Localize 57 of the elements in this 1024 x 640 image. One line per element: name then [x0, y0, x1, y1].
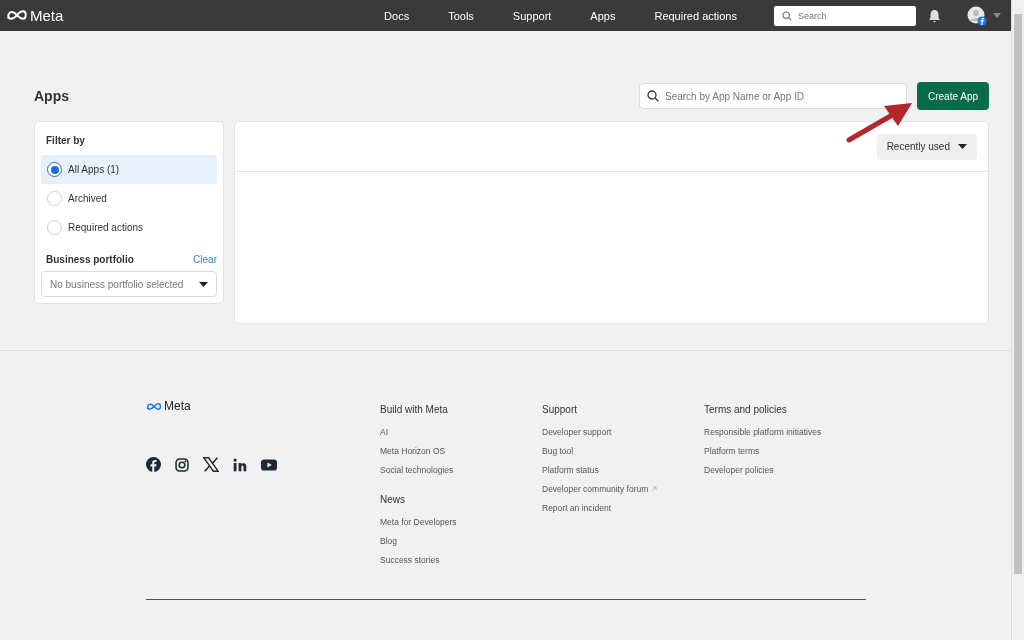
arrow-annotation-icon — [846, 100, 914, 144]
create-app-button[interactable]: Create App — [917, 82, 989, 110]
filter-title: Filter by — [46, 135, 85, 146]
portfolio-dropdown[interactable]: No business portfolio selected — [41, 271, 217, 297]
page-title: Apps — [34, 88, 69, 104]
filter-option[interactable]: All Apps (1) — [41, 155, 217, 184]
bell-icon[interactable] — [928, 8, 941, 23]
footer-link[interactable]: Bug tool — [542, 446, 704, 456]
footer-link[interactable]: Social technologies — [380, 465, 542, 475]
caret-icon — [199, 281, 208, 287]
youtube-icon[interactable] — [261, 458, 277, 471]
filter-option[interactable]: Archived — [41, 184, 217, 213]
logo-text[interactable]: Meta — [164, 399, 191, 413]
footer-link[interactable]: Meta Horizon OS — [380, 446, 542, 456]
logo-text[interactable]: Meta — [30, 7, 64, 24]
x-icon[interactable] — [203, 457, 219, 472]
linkedin-icon[interactable] — [233, 457, 247, 472]
meta-logo-icon — [6, 9, 28, 22]
footer-link[interactable]: Blog — [380, 536, 542, 546]
footer-link[interactable]: Platform terms — [704, 446, 866, 456]
footer-link[interactable]: Success stories — [380, 555, 542, 565]
footer-link[interactable]: AI — [380, 427, 542, 437]
clear-link[interactable]: Clear — [193, 254, 217, 265]
search-icon — [647, 90, 659, 102]
nav-link[interactable]: Apps — [590, 9, 616, 22]
footer-link[interactable]: Developer policies — [704, 465, 866, 475]
avatar-icon[interactable] — [967, 5, 987, 26]
footer-link[interactable]: Platform status — [542, 465, 704, 475]
portfolio-title: Business portfolio — [46, 254, 134, 265]
radio-icon — [47, 220, 62, 235]
nav-link[interactable]: Docs — [384, 9, 410, 22]
app-search-field[interactable]: Search by App Name or App ID — [639, 83, 907, 109]
footer-link[interactable]: Report an incident — [542, 503, 704, 513]
footer-heading: Build with Meta — [380, 404, 448, 415]
search-icon — [782, 10, 792, 21]
footer-link[interactable]: Responsible platform initiatives — [704, 427, 866, 437]
caret-icon[interactable] — [993, 13, 1001, 18]
footer-link[interactable]: Developer support — [542, 427, 704, 437]
sort-dropdown[interactable]: Recently used — [876, 133, 977, 160]
radio-icon — [47, 162, 62, 177]
external-link-icon — [651, 486, 658, 492]
caret-icon — [958, 144, 967, 149]
footer-heading: News — [380, 494, 405, 505]
search-field[interactable]: Search — [774, 5, 916, 26]
nav-link[interactable]: Required actions — [654, 9, 737, 22]
radio-icon — [47, 191, 62, 206]
nav-link[interactable]: Support — [512, 9, 552, 22]
footer-heading: Support — [542, 404, 578, 415]
facebook-icon[interactable] — [146, 457, 161, 472]
filter-option[interactable]: Required actions — [41, 213, 217, 242]
footer-link[interactable]: Developer community forum — [542, 484, 704, 494]
nav-link[interactable]: Tools — [448, 9, 474, 22]
meta-logo-icon — [146, 401, 162, 411]
instagram-icon[interactable] — [175, 457, 189, 472]
footer-heading: Terms and policies — [704, 404, 787, 415]
scrollbar-thumb[interactable] — [1014, 14, 1022, 574]
footer-link[interactable]: Meta for Developers — [380, 517, 542, 527]
